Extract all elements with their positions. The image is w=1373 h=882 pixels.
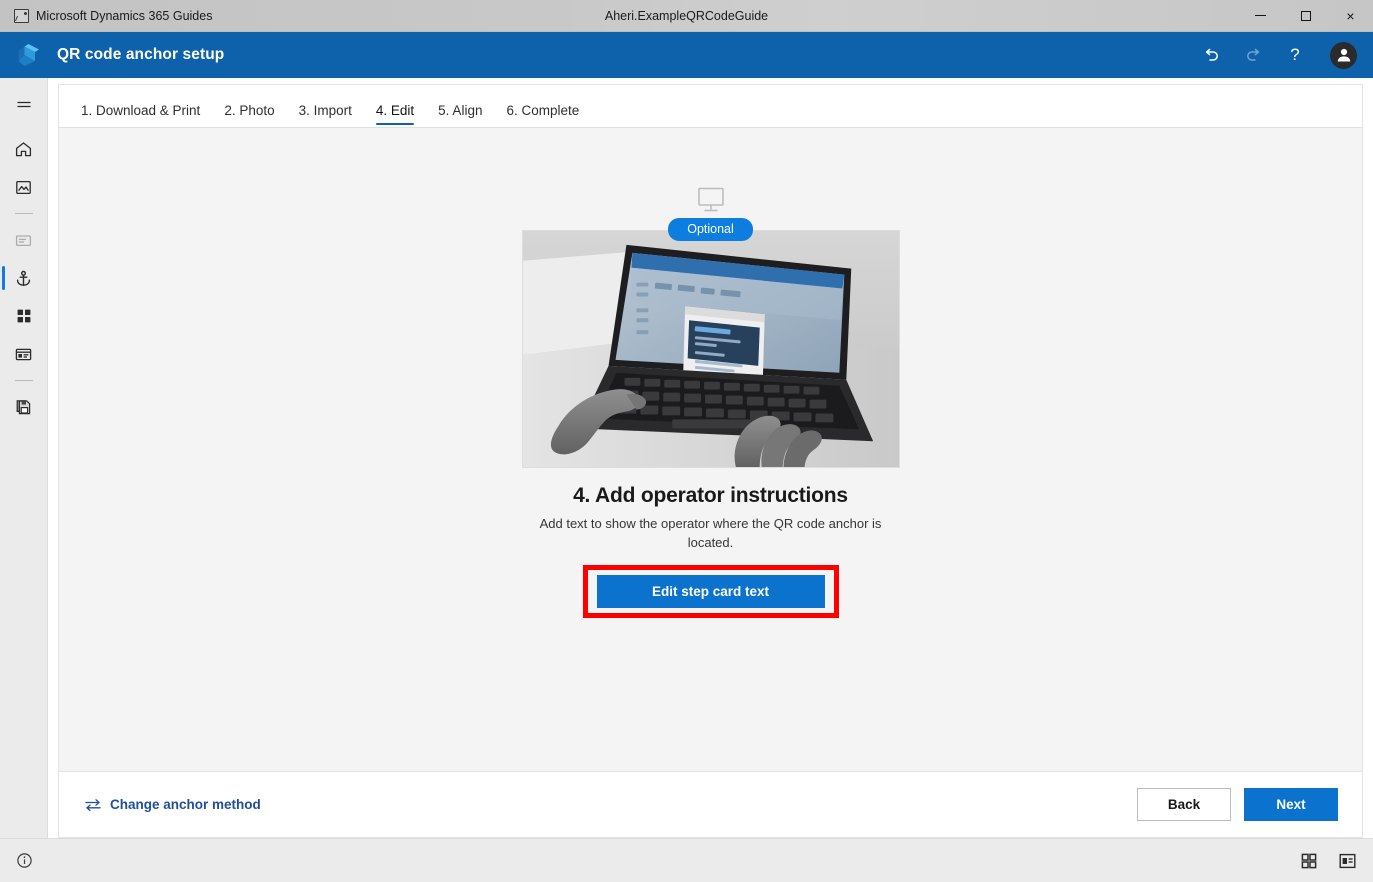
minimize-button[interactable] [1238, 0, 1283, 32]
window-controls: × [1238, 0, 1373, 32]
wizard-step-content: Optional 4. Add operator instructions Ad… [59, 128, 1362, 771]
maximize-button[interactable] [1283, 0, 1328, 32]
card-view-icon [1338, 852, 1357, 870]
wizard-panel: Optional 4. Add operator instructions Ad… [58, 128, 1363, 838]
wizard-tabbar: 1. Download & Print 2. Photo 3. Import 4… [58, 84, 1363, 128]
info-button[interactable] [0, 852, 48, 869]
redo-button[interactable] [1242, 44, 1264, 66]
edit-step-card-text-button[interactable]: Edit step card text [596, 574, 825, 608]
minimize-icon [1255, 15, 1266, 16]
account-avatar[interactable] [1330, 41, 1357, 69]
swap-arrows-icon [85, 798, 101, 812]
card-view-button[interactable] [1338, 852, 1357, 870]
change-anchor-method-link[interactable]: Change anchor method [85, 797, 261, 812]
grid-view-button[interactable] [1300, 852, 1318, 870]
left-navigation-rail [0, 78, 48, 838]
app-header: QR code anchor setup ? [0, 32, 1373, 78]
change-anchor-method-label: Change anchor method [110, 797, 261, 812]
tab-edit[interactable]: 4. Edit [364, 103, 426, 128]
view-switcher [1300, 852, 1357, 870]
step-description: Add text to show the operator where the … [539, 516, 882, 550]
status-bar [0, 838, 1373, 882]
tab-download-print[interactable]: 1. Download & Print [69, 103, 212, 128]
brand-area: QR code anchor setup [14, 40, 224, 70]
next-button[interactable]: Next [1244, 788, 1338, 821]
app-name-label: Microsoft Dynamics 365 Guides [36, 8, 213, 23]
rail-divider [14, 213, 33, 214]
question-mark-icon: ? [1290, 45, 1300, 64]
help-button[interactable]: ? [1284, 44, 1306, 66]
footer-actions: Back Next [1137, 788, 1338, 821]
sidebar-item-step-card[interactable] [0, 221, 48, 259]
document-title-label: Aheri.ExampleQRCodeGuide [604, 8, 769, 23]
tab-import[interactable]: 3. Import [287, 103, 364, 128]
sidebar-item-home[interactable] [0, 130, 48, 168]
sidebar-item-parts-grid[interactable] [0, 297, 48, 335]
back-button[interactable]: Back [1137, 788, 1231, 821]
cta-container: Edit step card text [582, 564, 839, 618]
tab-align[interactable]: 5. Align [426, 103, 494, 128]
window-titlebar: Microsoft Dynamics 365 Guides Aheri.Exam… [0, 0, 1373, 32]
sidebar-item-anchor[interactable] [0, 259, 48, 297]
info-circle-icon [16, 852, 33, 869]
dynamics-365-guides-logo [14, 40, 44, 70]
close-button[interactable]: × [1328, 0, 1373, 32]
application-window: Microsoft Dynamics 365 Guides Aheri.Exam… [0, 0, 1373, 882]
tab-complete[interactable]: 6. Complete [494, 103, 591, 128]
wizard-footer: Change anchor method Back Next [59, 771, 1362, 837]
grid-view-icon [1300, 852, 1318, 870]
titlebar-app-identity: Microsoft Dynamics 365 Guides [0, 8, 213, 23]
sidebar-item-menu-toggle[interactable] [0, 86, 48, 124]
optional-badge: Optional [668, 218, 753, 241]
sidebar-item-save-copy[interactable] [0, 388, 48, 426]
page-title: QR code anchor setup [57, 46, 225, 63]
maximize-icon [1300, 10, 1311, 21]
header-actions: ? [1200, 41, 1357, 69]
app-body: 1. Download & Print 2. Photo 3. Import 4… [0, 78, 1373, 838]
undo-button[interactable] [1200, 44, 1222, 66]
tab-photo[interactable]: 2. Photo [212, 103, 286, 128]
desktop-monitor-icon [694, 186, 728, 216]
close-icon: × [1346, 7, 1355, 24]
sidebar-item-media-gallery[interactable] [0, 168, 48, 206]
app-photo-icon [14, 8, 29, 23]
main-content: 1. Download & Print 2. Photo 3. Import 4… [48, 78, 1373, 838]
step-title: 4. Add operator instructions [573, 484, 848, 507]
sidebar-item-step-editor[interactable] [0, 335, 48, 373]
rail-divider-2 [14, 380, 33, 381]
illustration-photo [521, 230, 900, 468]
